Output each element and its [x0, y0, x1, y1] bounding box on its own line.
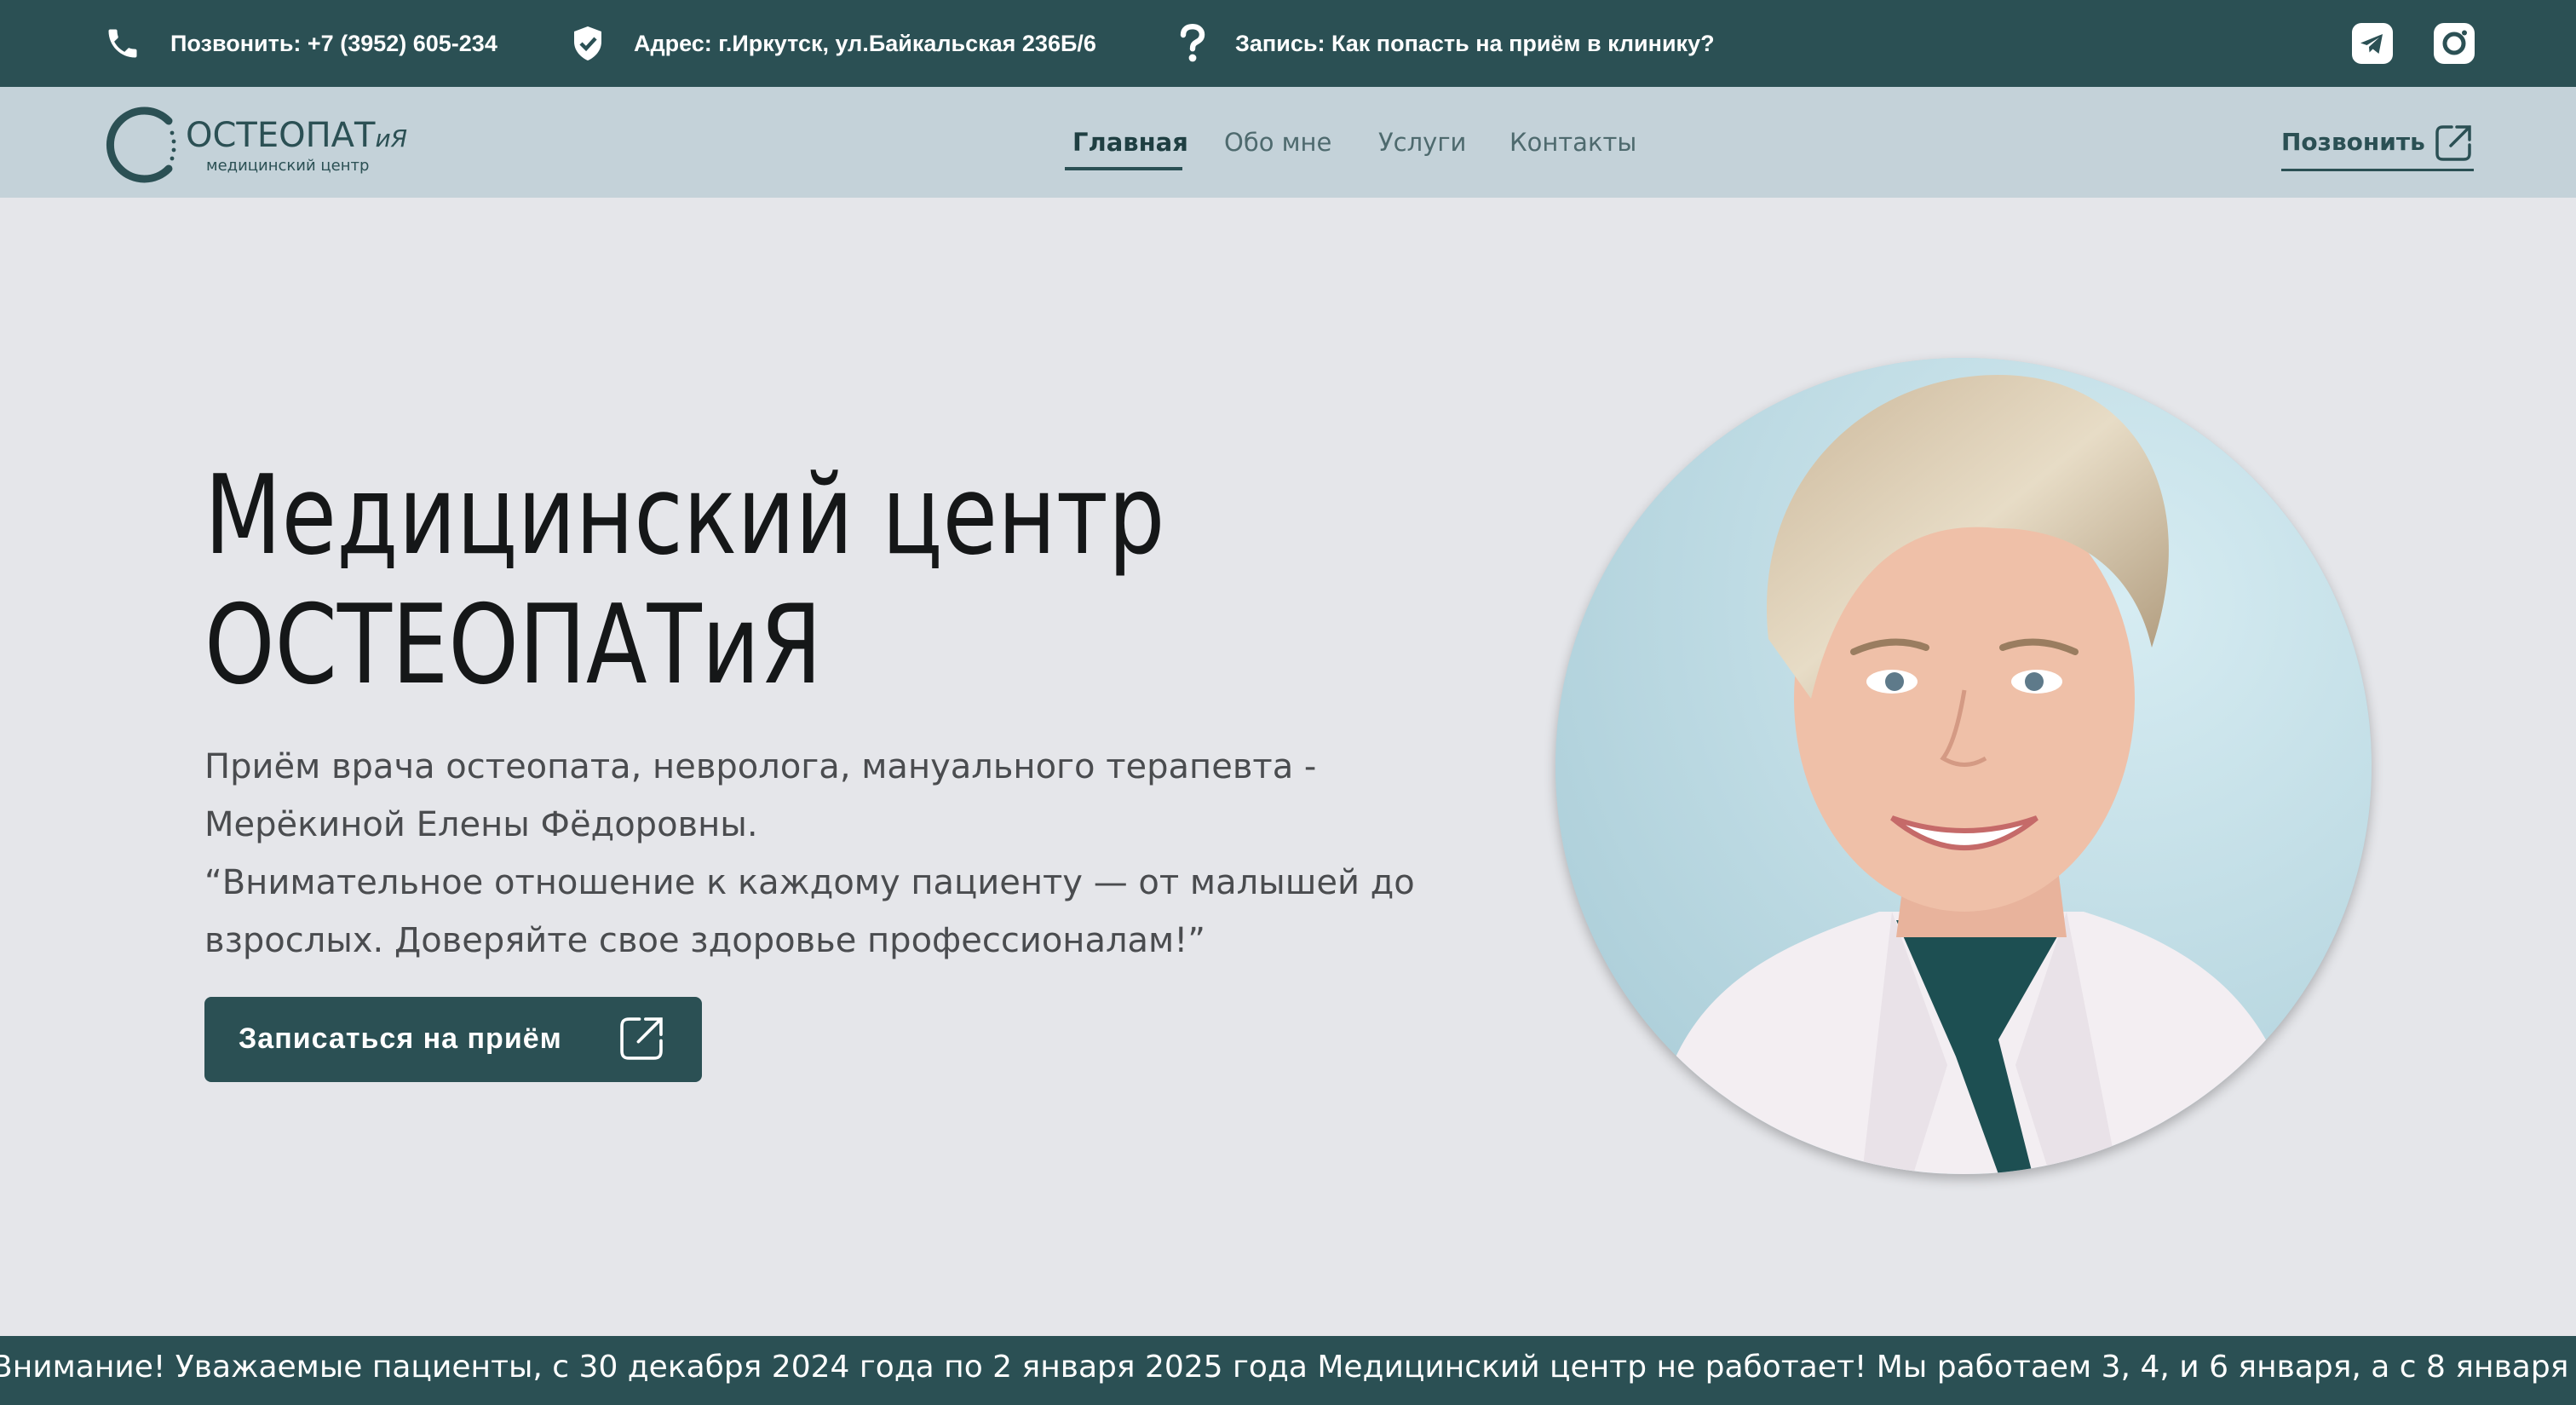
address-link[interactable]: Адрес: г.Иркутск, ул.Байкальская 236Б/6: [571, 0, 1096, 87]
call-button-underline: [2281, 169, 2474, 171]
hero-description-line: взрослых. Доверяйте свое здоровье профес…: [204, 921, 1205, 960]
hero-title-line: Медицинский центр: [204, 452, 1165, 579]
hero-title-line: ОСТЕОПАТиЯ: [204, 582, 822, 709]
address-text: Адрес: г.Иркутск, ул.Байкальская 236Б/6: [634, 30, 1096, 56]
location-shield-icon: [574, 26, 601, 60]
logo[interactable]: ОСТЕОПАТиЯ медицинский центр: [101, 104, 407, 186]
nav-item-contacts[interactable]: Контакты: [1509, 128, 1636, 157]
telegram-button[interactable]: [2351, 22, 2394, 65]
nav-item-home[interactable]: Главная: [1072, 128, 1188, 157]
telegram-icon: [2352, 23, 2393, 64]
phone-icon: [108, 29, 137, 58]
doctor-portrait-image: [1555, 358, 2372, 1174]
instagram-icon: [2434, 23, 2475, 64]
appointment-text: Запись: Как попасть на приём в клинику?: [1235, 30, 1715, 56]
top-info-bar: Позвонить: +7 (3952) 605-234 Адрес: г.Ир…: [0, 0, 2576, 87]
book-appointment-label: Записаться на приём: [239, 1022, 562, 1055]
phone-text: Позвонить: +7 (3952) 605-234: [170, 30, 497, 56]
nav-item-services[interactable]: Услуги: [1378, 128, 1466, 157]
call-button[interactable]: Позвонить: [2281, 123, 2474, 172]
call-button-label: Позвонить: [2281, 128, 2425, 156]
book-appointment-button[interactable]: Записаться на приём: [204, 997, 702, 1082]
hero-description-line: Приём врача остеопата, невролога, мануал…: [204, 747, 1317, 786]
main-nav: ОСТЕОПАТиЯ медицинский центр Главная Обо…: [0, 87, 2576, 198]
external-link-icon: [2435, 125, 2471, 161]
logo-subtitle: медицинский центр: [206, 157, 370, 175]
doctor-photo: [1555, 358, 2372, 1174]
external-link-icon: [620, 1017, 663, 1060]
instagram-button[interactable]: [2433, 22, 2475, 65]
announcement-text: Внимание! Уважаемые пациенты, с 30 декаб…: [0, 1350, 2576, 1385]
hero-description: Приём врача остеопата, невролога, мануал…: [204, 738, 1465, 970]
hero-description-line: Мерёкиной Елены Фёдоровны.: [204, 805, 758, 844]
hero-description-line: “Внимательное отношение к каждому пациен…: [204, 863, 1415, 902]
announcement-ticker: Внимание! Уважаемые пациенты, с 30 декаб…: [0, 1336, 2576, 1405]
nav-item-about[interactable]: Обо мне: [1224, 128, 1331, 157]
appointment-link[interactable]: Запись: Как попасть на приём в клинику?: [1179, 0, 1715, 87]
logo-mark-icon: [106, 107, 176, 183]
hero-title: Медицинский центр ОСТЕОПАТиЯ: [204, 452, 1165, 711]
active-nav-underline: [1065, 167, 1182, 170]
question-icon: [1180, 24, 1205, 62]
phone-link[interactable]: Позвонить: +7 (3952) 605-234: [104, 0, 497, 87]
logo-title: ОСТЕОПАТиЯ: [186, 116, 408, 155]
